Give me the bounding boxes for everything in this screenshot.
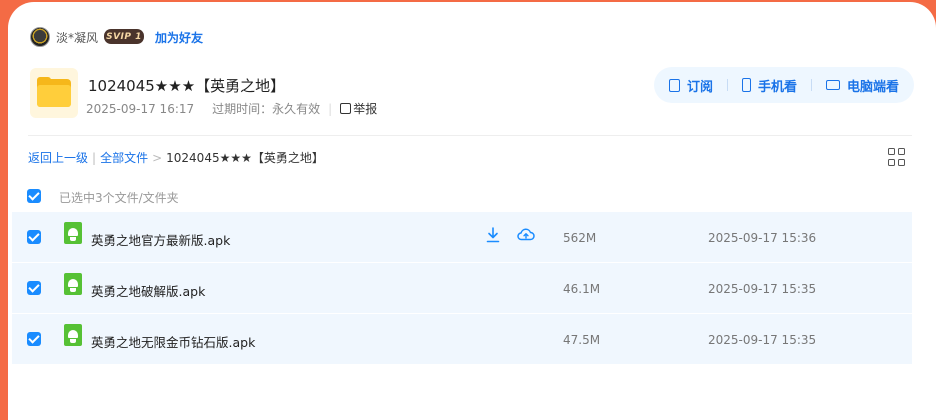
file-size: 47.5M <box>563 333 601 347</box>
select-all-checkbox[interactable] <box>27 189 41 203</box>
crumb-current: 1024045★★★【英勇之地】 <box>166 151 324 165</box>
mobile-view-label: 手机看 <box>757 79 797 95</box>
pc-view-button[interactable]: 电脑端看 <box>825 76 899 95</box>
subscribe-label: 订阅 <box>686 79 713 95</box>
file-size: 562M <box>563 231 597 245</box>
report-button[interactable]: 举报 <box>340 100 377 117</box>
folder-title: 1024045★★★【英勇之地】 <box>88 77 286 95</box>
file-time: 2025-09-17 15:35 <box>708 333 817 347</box>
vip-badge: SVIP 1 <box>104 29 144 44</box>
download-icon[interactable] <box>486 227 500 243</box>
file-name[interactable]: 英勇之地破解版.apk <box>91 281 205 300</box>
back-link[interactable]: 返回上一级 <box>28 149 88 166</box>
expiry-label: 过期时间： <box>212 102 273 116</box>
created-time: 2025-09-17 16:17 <box>86 101 195 116</box>
file-row[interactable]: 英勇之地破解版.apk 46.1M 2025-09-17 15:35 <box>12 263 912 313</box>
file-time: 2025-09-17 15:36 <box>708 231 817 245</box>
row-checkbox[interactable] <box>27 281 41 295</box>
android-apk-icon <box>64 273 82 295</box>
row-checkbox[interactable] <box>27 332 41 346</box>
folder-icon <box>30 68 78 118</box>
expiry-value: 永久有效 <box>272 102 321 116</box>
pc-view-label: 电脑端看 <box>846 79 899 95</box>
action-divider <box>810 79 812 91</box>
file-time: 2025-09-17 15:35 <box>708 282 817 296</box>
breadcrumb: 返回上一级 | 全部文件 > 1024045★★★【英勇之地】 <box>28 149 324 166</box>
file-row[interactable]: 英勇之地无限金币钻石版.apk 47.5M 2025-09-17 15:35 <box>12 314 912 364</box>
view-action-bar: 订阅 手机看 电脑端看 <box>654 67 914 103</box>
crumb-divider: | <box>92 150 97 165</box>
folder-meta: 2025-09-17 16:17 过期时间： 永久有效 | 举报 <box>86 100 377 117</box>
user-name[interactable]: 淡*凝风 <box>56 29 98 46</box>
file-name[interactable]: 英勇之地官方最新版.apk <box>91 230 230 249</box>
mobile-view-button[interactable]: 手机看 <box>741 76 797 95</box>
share-page-card: 淡*凝风 SVIP 1 加为好友 1024045★★★【英勇之地】 2025-0… <box>8 2 936 420</box>
bookmark-icon <box>668 78 680 92</box>
all-files-link[interactable]: 全部文件 <box>100 149 148 166</box>
monitor-icon <box>825 80 840 90</box>
row-checkbox[interactable] <box>27 230 41 244</box>
report-icon <box>340 103 352 114</box>
android-apk-icon <box>64 222 82 244</box>
file-size: 46.1M <box>563 282 601 296</box>
subscribe-button[interactable]: 订阅 <box>668 76 713 95</box>
phone-icon <box>741 78 751 92</box>
header-divider <box>28 135 912 136</box>
crumb-separator: > <box>152 150 163 165</box>
add-friend-link[interactable]: 加为好友 <box>155 29 203 46</box>
file-name[interactable]: 英勇之地无限金币钻石版.apk <box>91 332 255 351</box>
meta-divider: | <box>328 101 333 116</box>
user-avatar[interactable] <box>30 27 50 47</box>
save-to-cloud-icon[interactable] <box>517 227 535 241</box>
android-apk-icon <box>64 324 82 346</box>
action-divider <box>726 79 728 91</box>
report-label: 举报 <box>353 102 378 116</box>
file-row[interactable]: 英勇之地官方最新版.apk 562M 2025-09-17 15:36 <box>12 212 912 262</box>
selection-summary: 已选中3个文件/文件夹 <box>59 191 179 205</box>
grid-view-icon[interactable] <box>888 148 906 166</box>
